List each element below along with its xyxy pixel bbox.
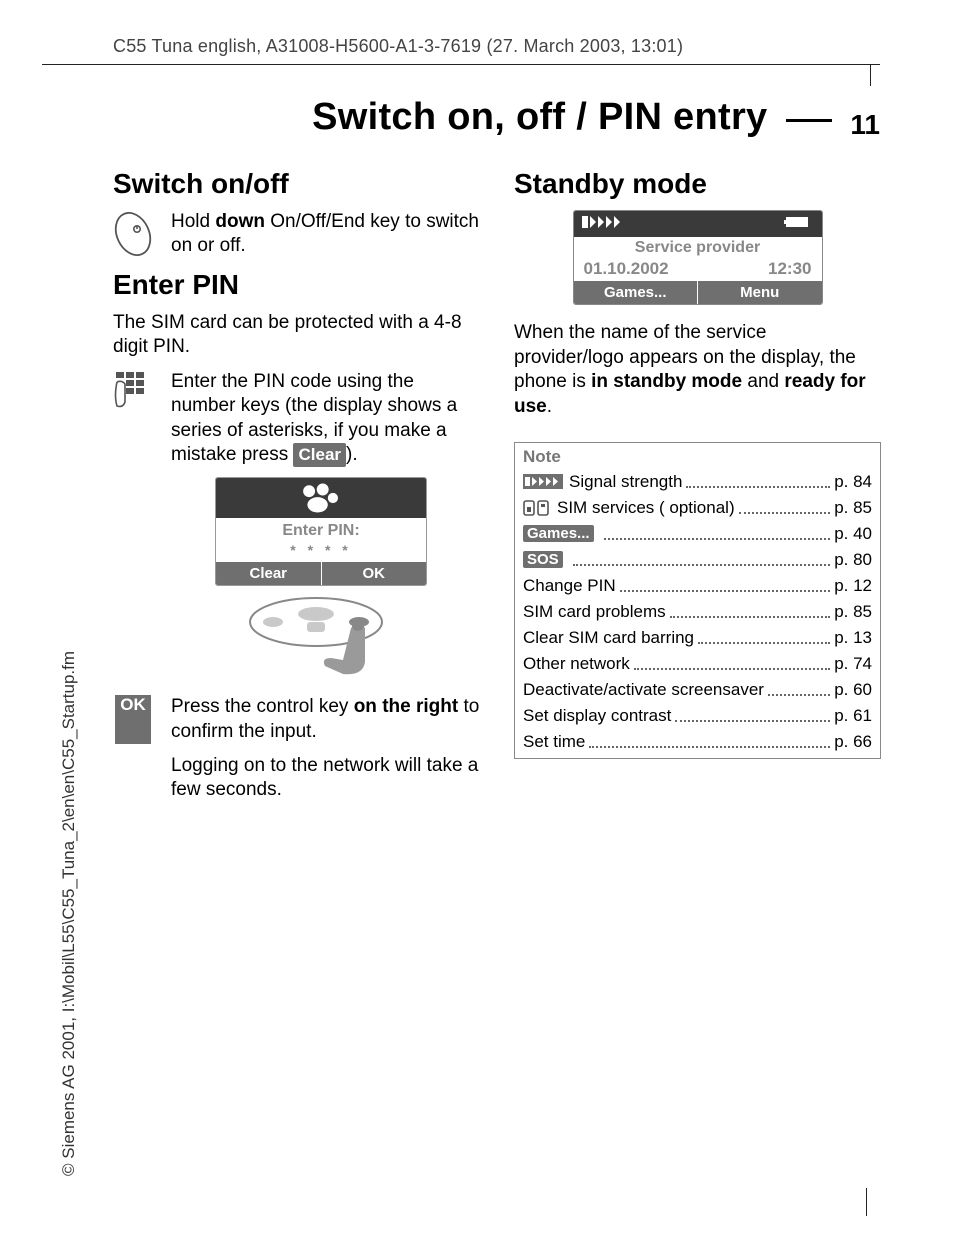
leader-dots	[634, 657, 830, 670]
note-page: p. 85	[834, 602, 872, 622]
ok-tag-wrap: OK	[113, 695, 153, 744]
note-label: Change PIN	[523, 576, 616, 596]
pin-screen-illustration: Enter PIN: * * * * Clear OK	[215, 477, 427, 586]
note-row: SIM card problems p. 85	[515, 599, 880, 625]
txt: .	[547, 396, 552, 417]
paw-icon	[295, 481, 347, 515]
standby-time: 12:30	[768, 259, 811, 279]
note-label: Signal strength	[569, 472, 682, 492]
leader-dots	[589, 735, 830, 748]
heading-standby-mode: Standby mode	[514, 168, 881, 200]
txt: Hold	[171, 211, 215, 232]
battery-icon	[784, 215, 814, 234]
ok-softkey-tag: OK	[115, 695, 151, 744]
crop-mark-bottom-right	[866, 1188, 867, 1216]
note-label: SIM services ( optional)	[557, 498, 735, 518]
pin-prompt: Enter PIN:	[216, 522, 426, 540]
copyright-footer: © Siemens AG 2001, I:\Mobil\L55\C55_Tuna…	[59, 651, 79, 1176]
sim-services-icon	[523, 500, 551, 516]
note-row: SIM services ( optional) p. 85	[515, 495, 880, 521]
note-label: SIM card problems	[523, 602, 666, 622]
note-page: p. 84	[834, 472, 872, 492]
note-page: p. 80	[834, 550, 872, 570]
note-label: Set display contrast	[523, 706, 671, 726]
note-box: Note Signal strength p. 84 SIM services …	[514, 442, 881, 759]
chapter-title: Switch on, off / PIN entry	[312, 96, 767, 139]
heading-switch-on-off: Switch on/off	[113, 168, 480, 200]
ok-instruction: Press the control key on the right to co…	[171, 695, 480, 744]
leader-dots	[698, 631, 830, 644]
leader-dots	[768, 683, 830, 696]
crop-tick-top-right	[870, 64, 871, 86]
service-provider-label: Service provider	[580, 239, 816, 257]
softkey-games: Games...	[574, 281, 699, 304]
note-row: Clear SIM card barring p. 13	[515, 625, 880, 651]
standby-description: When the name of the service provider/lo…	[514, 321, 881, 420]
note-label: Set time	[523, 732, 585, 752]
leader-dots	[573, 553, 831, 566]
note-row: Set time p. 66	[515, 729, 880, 758]
note-heading: Note	[515, 443, 880, 469]
left-column: Switch on/off Hold down On/Off/End key t…	[113, 162, 480, 813]
logon-text: Logging on to the network will take a fe…	[171, 754, 480, 803]
note-page: p. 66	[834, 732, 872, 752]
signal-strength-icon	[523, 474, 563, 489]
chapter-heading: Switch on, off / PIN entry 11	[0, 96, 880, 141]
note-page: p. 61	[834, 706, 872, 726]
heading-enter-pin: Enter PIN	[113, 269, 480, 301]
txt: and	[742, 371, 784, 392]
note-label: Deactivate/activate screensaver	[523, 680, 764, 700]
note-page: p. 60	[834, 680, 872, 700]
txt-bold: in standby mode	[591, 371, 742, 392]
pin-masked-value: * * * *	[216, 542, 426, 558]
leader-dots	[620, 579, 831, 592]
note-row: Games... p. 40	[515, 521, 880, 547]
clear-softkey-label: Clear	[293, 443, 346, 467]
keypad-icon	[113, 370, 153, 467]
spacer	[113, 754, 153, 803]
note-label: Clear SIM card barring	[523, 628, 694, 648]
softkey-clear: Clear	[216, 562, 322, 585]
pin-screen-body: Enter PIN: * * * *	[216, 518, 426, 562]
note-page: p. 12	[834, 576, 872, 596]
note-label: Other network	[523, 654, 630, 674]
note-row: Other network p. 74	[515, 651, 880, 677]
txt: Press the control key	[171, 696, 354, 717]
note-page: p. 40	[834, 524, 872, 544]
sos-tag: SOS	[523, 551, 563, 568]
txt-bold: on the right	[354, 696, 458, 717]
standby-date: 01.10.2002	[584, 259, 669, 279]
note-row: Change PIN p. 12	[515, 573, 880, 599]
pin-screen-top	[216, 478, 426, 518]
standby-screen-illustration: Service provider 01.10.2002 12:30 Games.…	[573, 210, 823, 305]
note-page: p. 74	[834, 654, 872, 674]
switch-on-off-text: Hold down On/Off/End key to switch on or…	[171, 210, 480, 259]
txt: ).	[346, 444, 358, 465]
leader-dots	[686, 475, 830, 488]
right-column: Standby mode Service provider 01.10.2002…	[514, 162, 881, 813]
crop-rule-top	[42, 64, 880, 65]
softkey-ok: OK	[322, 562, 427, 585]
note-row: Signal strength p. 84	[515, 469, 880, 495]
doc-header: C55 Tuna english, A31008-H5600-A1-3-7619…	[113, 36, 877, 57]
leader-dots	[670, 605, 831, 618]
note-page: p. 13	[834, 628, 872, 648]
softkey-menu: Menu	[698, 281, 822, 304]
leader-dots	[604, 527, 831, 540]
signal-strength-icon	[582, 214, 626, 235]
txt-bold: down	[215, 211, 265, 232]
end-key-icon	[113, 210, 153, 259]
chapter-rule	[786, 119, 832, 122]
chapter-page-number: 11	[850, 109, 880, 141]
note-row: SOS p. 80	[515, 547, 880, 573]
leader-dots	[675, 709, 830, 722]
note-page: p. 85	[834, 498, 872, 518]
leader-dots	[739, 501, 831, 514]
note-row: Set display contrast p. 61	[515, 703, 880, 729]
enter-pin-instruction: Enter the PIN code using the number keys…	[171, 370, 480, 467]
press-right-key-illustration	[241, 592, 480, 683]
games-tag: Games...	[523, 525, 594, 542]
enter-pin-intro: The SIM card can be protected with a 4-8…	[113, 311, 480, 360]
note-row: Deactivate/activate screensaver p. 60	[515, 677, 880, 703]
